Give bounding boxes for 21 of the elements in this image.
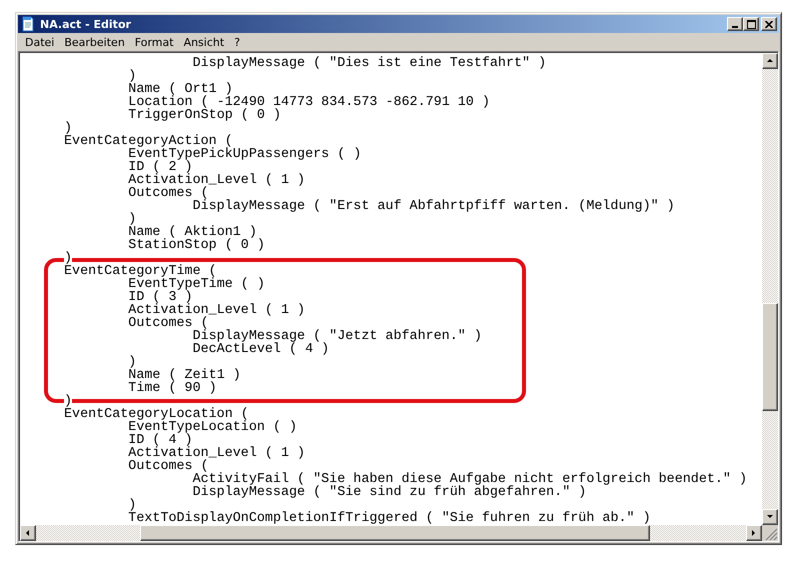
menu-item[interactable]: Ansicht — [178, 36, 230, 48]
scroll-down-button[interactable] — [762, 509, 778, 525]
menu-item[interactable]: Datei — [20, 36, 60, 48]
scrollbar-thumb[interactable] — [140, 525, 650, 541]
scroll-left-button[interactable] — [20, 525, 36, 541]
window-title: NA.act - Editor — [40, 18, 132, 30]
scroll-up-button[interactable] — [762, 53, 778, 69]
text-editor[interactable] — [18, 51, 779, 542]
vertical-scrollbar[interactable] — [762, 53, 778, 525]
horizontal-scrollbar[interactable] — [20, 525, 762, 541]
maximize-icon — [746, 20, 756, 28]
maximize-button[interactable] — [743, 17, 759, 31]
minimize-button[interactable] — [727, 17, 743, 31]
menu-item[interactable]: Format — [130, 36, 179, 48]
menu-item[interactable]: Bearbeiten — [59, 36, 130, 48]
scroll-right-button[interactable] — [746, 525, 762, 541]
close-icon — [765, 20, 773, 28]
menu-item[interactable]: ? — [229, 36, 246, 48]
scrollbar-thumb[interactable] — [762, 303, 778, 411]
close-button[interactable] — [761, 17, 777, 31]
notepad-icon — [20, 16, 36, 32]
